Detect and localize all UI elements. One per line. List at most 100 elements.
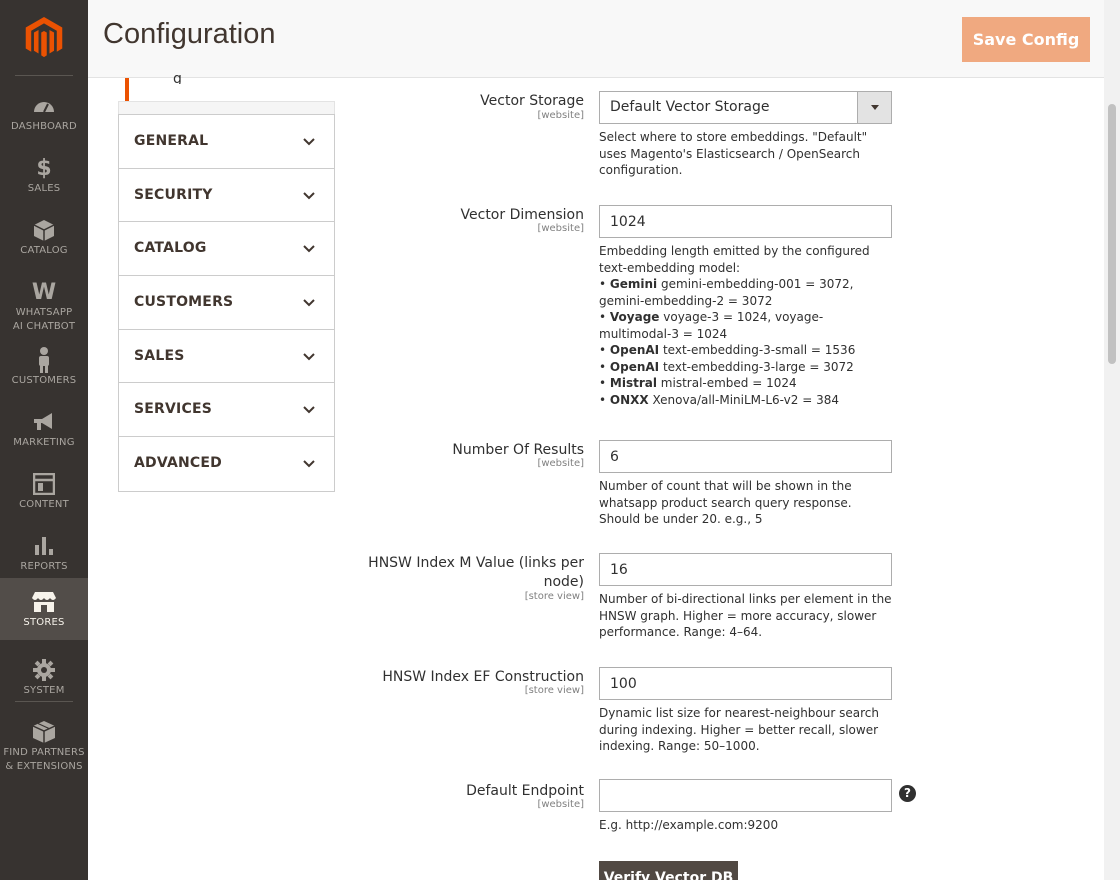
help-icon[interactable]: ? <box>899 785 916 802</box>
dashboard-icon <box>0 94 88 118</box>
hnsw-ef-input[interactable] <box>599 667 892 700</box>
dollar-icon: $ <box>36 155 52 181</box>
model-desc: Xenova/all-MiniLM-L6-v2 = 384 <box>652 392 839 407</box>
config-tabs: GENERAL SECURITY CATALOG CUSTOMERS SALES… <box>118 114 335 492</box>
chevron-down-icon <box>303 406 315 414</box>
menu-item-stores[interactable]: STORES <box>0 578 88 640</box>
menu-item-label: CUSTOMERS <box>11 375 77 386</box>
number-of-results-input[interactable] <box>599 440 892 473</box>
model-line: • Gemini gemini-embedding-001 = 3072, ge… <box>599 277 854 308</box>
menu-item-customers[interactable]: CUSTOMERS <box>0 336 88 398</box>
default-endpoint-note: E.g. http://example.com:9200 <box>599 818 779 832</box>
chevron-down-icon <box>303 299 315 307</box>
menu-item-label: CATALOG <box>20 245 68 256</box>
active-section-link[interactable]: g <box>125 71 334 101</box>
menu-item-find-partners[interactable]: FIND PARTNERS & EXTENSIONS <box>0 708 88 778</box>
scrollbar[interactable] <box>1104 0 1120 880</box>
whatsapp-w-icon: W <box>31 279 57 305</box>
tab-label: CATALOG <box>134 240 207 257</box>
gear-icon <box>0 658 88 682</box>
person-icon <box>0 347 88 373</box>
vector-dimension-note: Embedding length emitted by the configur… <box>599 243 892 408</box>
menu-item-marketing[interactable]: MARKETING <box>0 398 88 460</box>
hnsw-ef-scope: [store view] <box>524 685 584 696</box>
chevron-down-icon <box>303 353 315 361</box>
tab-catalog[interactable]: CATALOG <box>119 222 334 277</box>
content-icon <box>0 472 88 496</box>
menu-item-label: FIND PARTNERS & EXTENSIONS <box>3 747 85 772</box>
menu-item-whatsapp-ai-chatbot[interactable]: W WHATSAPP AI CHATBOT <box>0 268 88 336</box>
save-config-button[interactable]: Save Config <box>962 17 1090 62</box>
caret-down-icon <box>871 105 879 110</box>
model-desc: text-embedding-3-small = 1536 <box>662 343 856 357</box>
magento-logo-icon[interactable] <box>24 17 64 59</box>
tab-general[interactable]: GENERAL <box>119 115 334 169</box>
tab-sales[interactable]: SALES <box>119 330 334 384</box>
model-name: Voyage <box>609 310 660 324</box>
vector-dimension-input[interactable] <box>599 205 892 238</box>
menu-item-label: DASHBOARD <box>11 121 77 132</box>
model-name: OpenAI <box>609 359 660 374</box>
menu-item-label: CONTENT <box>19 499 69 510</box>
tab-customers[interactable]: CUSTOMERS <box>119 276 334 330</box>
chevron-down-icon <box>303 138 315 146</box>
vector-storage-scope: [website] <box>537 110 584 121</box>
menu-divider <box>15 701 73 702</box>
vector-storage-value: Default Vector Storage <box>610 99 770 115</box>
hnsw-m-label-line2: node) <box>543 574 584 590</box>
menu-item-label: MARKETING <box>13 437 75 448</box>
model-name: Gemini <box>609 277 658 291</box>
admin-menu: DASHBOARD $ SALES CATALOG W WHATSAPP AI … <box>0 0 88 880</box>
tab-label: CUSTOMERS <box>134 294 234 311</box>
menu-item-catalog[interactable]: CATALOG <box>0 206 88 268</box>
tab-label: SERVICES <box>134 401 212 418</box>
tab-label: ADVANCED <box>134 455 222 472</box>
vector-storage-select[interactable]: Default Vector Storage <box>599 91 892 124</box>
page-header: Configuration Save Config <box>88 0 1104 78</box>
hnsw-m-label: HNSW Index M Value (links per node) <box>368 554 584 592</box>
tab-services[interactable]: SERVICES <box>119 383 334 438</box>
model-line: • ONXX Xenova/all-MiniLM-L6-v2 = 384 <box>599 392 839 407</box>
hnsw-m-note: Number of bi-directional links per eleme… <box>599 592 892 639</box>
select-toggle[interactable] <box>857 92 891 123</box>
model-desc: mistral-embed = 1024 <box>660 376 797 390</box>
default-endpoint-scope: [website] <box>537 799 584 810</box>
menu-item-content[interactable]: CONTENT <box>0 460 88 522</box>
box-icon <box>0 218 88 242</box>
active-indicator <box>125 78 129 101</box>
model-line: • OpenAI text-embedding-3-large = 3072 <box>599 359 854 374</box>
hnsw-m-label-line1: HNSW Index M Value (links per <box>368 555 584 571</box>
menu-item-label: REPORTS <box>20 561 68 572</box>
menu-item-label: WHATSAPP AI CHATBOT <box>12 307 76 332</box>
menu-item-reports[interactable]: REPORTS <box>0 522 88 584</box>
tab-label: SECURITY <box>134 186 213 203</box>
vector-storage-label: Vector Storage <box>480 93 584 109</box>
menu-item-label: SYSTEM <box>23 685 65 696</box>
tab-label: GENERAL <box>134 133 209 149</box>
store-icon <box>0 590 88 614</box>
vector-dimension-scope: [website] <box>537 223 584 234</box>
model-name: ONXX <box>609 392 649 407</box>
tabs-spacer <box>118 101 335 115</box>
tab-advanced[interactable]: ADVANCED <box>119 437 334 491</box>
verify-vector-db-button[interactable]: Verify Vector DB <box>599 861 738 880</box>
hnsw-m-input[interactable] <box>599 553 892 586</box>
active-section-label: g <box>173 71 182 84</box>
tab-label: SALES <box>134 347 185 364</box>
chevron-down-icon <box>303 191 315 200</box>
model-line: • Voyage voyage-3 = 1024, voyage-multimo… <box>599 310 824 341</box>
default-endpoint-input[interactable] <box>599 779 892 812</box>
tab-security[interactable]: SECURITY <box>119 169 334 223</box>
menu-item-system[interactable]: SYSTEM <box>0 646 88 708</box>
scroll-thumb[interactable] <box>1108 104 1116 364</box>
model-line: • Mistral mistral-embed = 1024 <box>599 376 797 390</box>
chevron-down-icon <box>303 245 315 253</box>
model-desc: text-embedding-3-large = 3072 <box>662 359 854 374</box>
menu-item-dashboard[interactable]: DASHBOARD <box>0 82 88 144</box>
number-of-results-note: Number of count that will be shown in th… <box>599 479 852 526</box>
menu-item-sales[interactable]: $ SALES <box>0 144 88 206</box>
menu-item-label: SALES <box>27 183 61 194</box>
hnsw-m-scope: [store view] <box>524 591 584 602</box>
hnsw-ef-note: Dynamic list size for nearest-neighbour … <box>599 706 879 753</box>
bar-chart-icon <box>0 534 88 558</box>
